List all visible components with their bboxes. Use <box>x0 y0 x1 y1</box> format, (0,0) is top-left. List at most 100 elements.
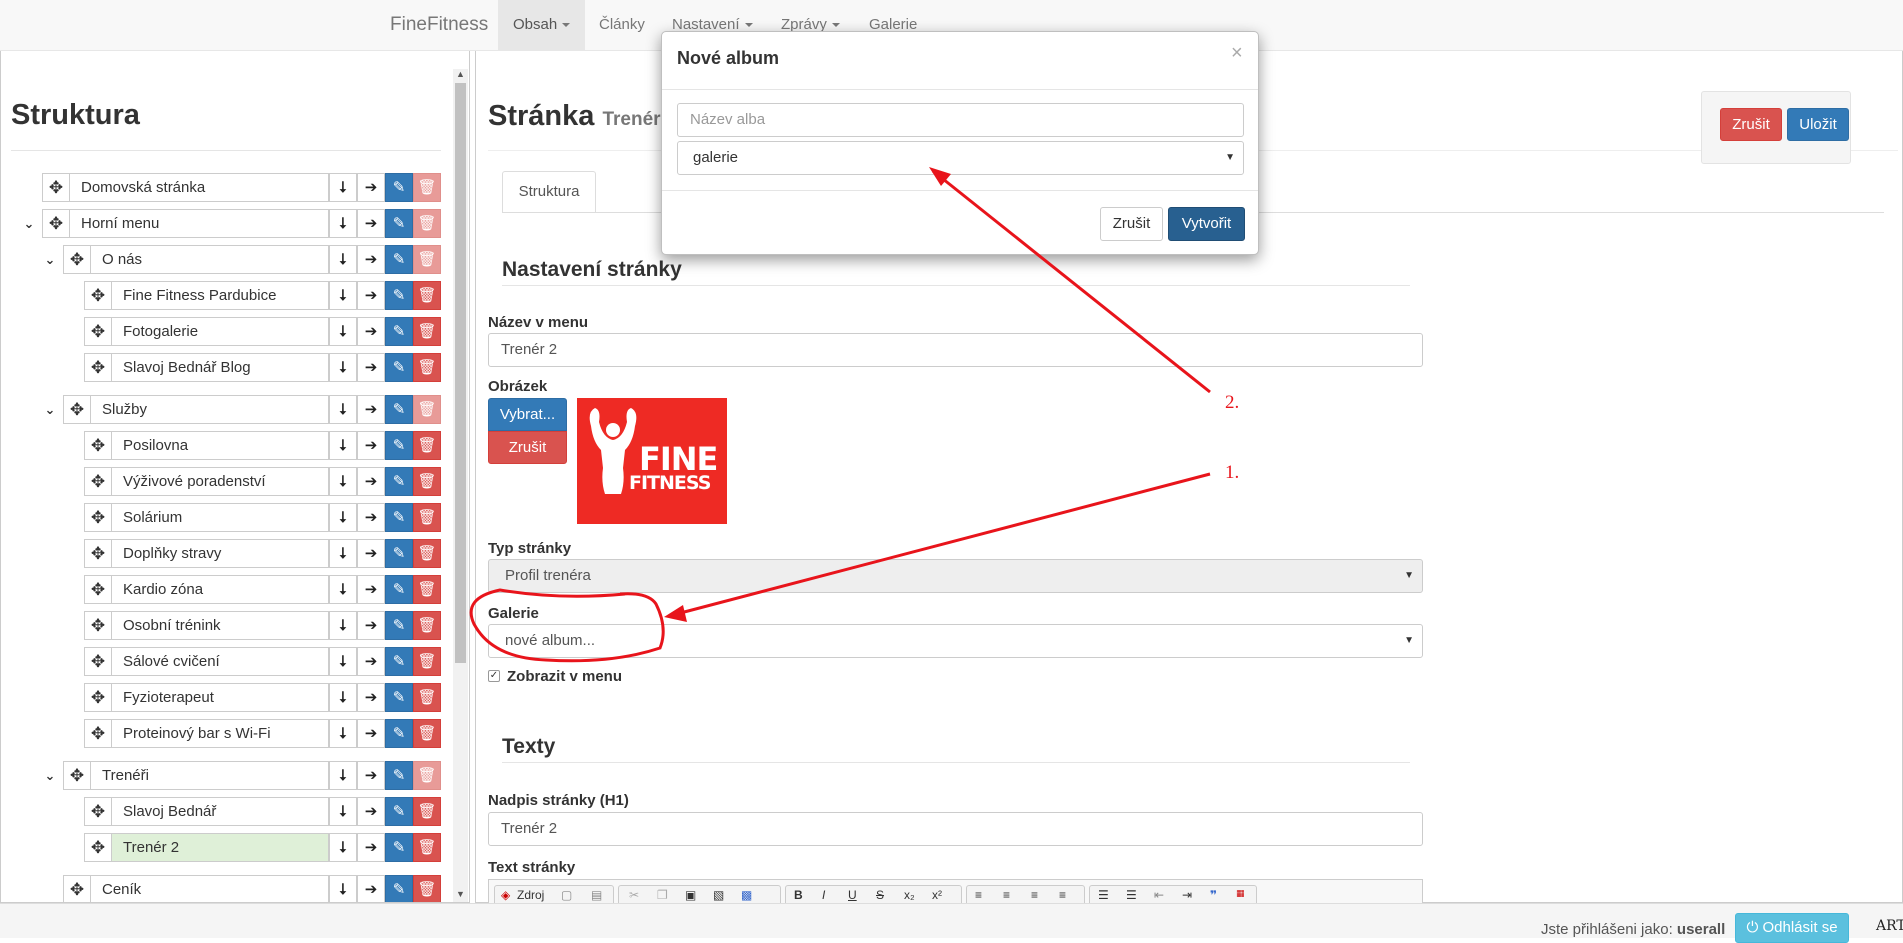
trash-icon[interactable]: 🗑 <box>413 503 441 532</box>
trash-icon[interactable]: 🗑 <box>413 719 441 748</box>
move-right-icon[interactable]: ➔ <box>357 761 385 790</box>
drag-handle-icon[interactable]: ✥ <box>42 173 70 202</box>
tree-item-label[interactable]: Solárium <box>112 503 329 532</box>
superscript-icon[interactable]: x² <box>932 888 942 902</box>
edit-icon[interactable]: ✎ <box>385 575 413 604</box>
trash-icon[interactable]: 🗑 <box>413 281 441 310</box>
numbered-list-icon[interactable]: ☰ <box>1098 888 1109 902</box>
italic-icon[interactable]: I <box>822 888 825 902</box>
move-down-icon[interactable]: ⭣ <box>329 833 357 862</box>
trash-icon[interactable]: 🗑 <box>413 431 441 460</box>
drag-handle-icon[interactable]: ✥ <box>42 209 70 238</box>
edit-icon[interactable]: ✎ <box>385 431 413 460</box>
tree-item-label[interactable]: Sálové cvičení <box>112 647 329 676</box>
drag-handle-icon[interactable]: ✥ <box>84 503 112 532</box>
drag-handle-icon[interactable]: ✥ <box>63 395 91 424</box>
cut-icon[interactable]: ✂ <box>629 888 639 902</box>
edit-icon[interactable]: ✎ <box>385 281 413 310</box>
select-image-button[interactable]: Vybrat... <box>488 398 567 431</box>
subscript-icon[interactable]: x₂ <box>904 888 915 902</box>
drag-handle-icon[interactable]: ✥ <box>84 611 112 640</box>
move-down-icon[interactable]: ⭣ <box>329 503 357 532</box>
drag-handle-icon[interactable]: ✥ <box>84 431 112 460</box>
paste-word-icon[interactable]: ▩ <box>741 888 752 902</box>
brand-link[interactable]: FineFitness <box>390 14 488 36</box>
edit-icon[interactable]: ✎ <box>385 353 413 382</box>
trash-icon[interactable]: 🗑 <box>413 353 441 382</box>
tree-item-label[interactable]: Proteinový bar s Wi-Fi <box>112 719 329 748</box>
underline-icon[interactable]: U <box>848 888 857 902</box>
tree-scrollbar[interactable]: ▲ ▼ <box>453 69 468 902</box>
drag-handle-icon[interactable]: ✥ <box>84 539 112 568</box>
trash-icon[interactable]: 🗑 <box>413 611 441 640</box>
tree-item-label[interactable]: Služby <box>91 395 329 424</box>
expand-chevron-icon[interactable]: ⌄ <box>42 395 58 424</box>
tree-item-label[interactable]: Kardio zóna <box>112 575 329 604</box>
source-icon[interactable]: ◈ <box>501 888 510 902</box>
align-left-icon[interactable]: ≡ <box>975 888 982 902</box>
tree-item-label[interactable]: Osobní trénink <box>112 611 329 640</box>
move-down-icon[interactable]: ⭣ <box>329 875 357 902</box>
cancel-page-button[interactable]: Zrušit <box>1720 108 1782 141</box>
trash-icon[interactable]: 🗑 <box>413 797 441 826</box>
move-down-icon[interactable]: ⭣ <box>329 683 357 712</box>
div-icon[interactable]: ▦ <box>1236 888 1245 899</box>
drag-handle-icon[interactable]: ✥ <box>84 317 112 346</box>
tree-item-label[interactable]: Výživové poradenství <box>112 467 329 496</box>
menu-name-input[interactable]: Trenér 2 <box>488 333 1423 367</box>
strike-icon[interactable]: S <box>876 888 884 902</box>
edit-icon[interactable]: ✎ <box>385 761 413 790</box>
drag-handle-icon[interactable]: ✥ <box>84 647 112 676</box>
move-down-icon[interactable]: ⭣ <box>329 173 357 202</box>
edit-icon[interactable]: ✎ <box>385 797 413 826</box>
scroll-up-icon[interactable]: ▲ <box>456 69 465 79</box>
expand-chevron-icon[interactable]: ⌄ <box>42 761 58 790</box>
move-right-icon[interactable]: ➔ <box>357 281 385 310</box>
drag-handle-icon[interactable]: ✥ <box>63 761 91 790</box>
edit-icon[interactable]: ✎ <box>385 833 413 862</box>
edit-icon[interactable]: ✎ <box>385 245 413 274</box>
trash-icon[interactable]: 🗑 <box>413 467 441 496</box>
move-right-icon[interactable]: ➔ <box>357 503 385 532</box>
drag-handle-icon[interactable]: ✥ <box>63 245 91 274</box>
move-down-icon[interactable]: ⭣ <box>329 539 357 568</box>
edit-icon[interactable]: ✎ <box>385 209 413 238</box>
edit-icon[interactable]: ✎ <box>385 611 413 640</box>
tree-item-label[interactable]: Domovská stránka <box>70 173 329 202</box>
move-right-icon[interactable]: ➔ <box>357 611 385 640</box>
edit-icon[interactable]: ✎ <box>385 647 413 676</box>
edit-icon[interactable]: ✎ <box>385 719 413 748</box>
edit-icon[interactable]: ✎ <box>385 317 413 346</box>
paste-icon[interactable]: ▣ <box>685 888 696 902</box>
blockquote-icon[interactable]: ❞ <box>1210 888 1217 902</box>
tree-item-label[interactable]: Slavoj Bednář <box>112 797 329 826</box>
templates-icon[interactable]: ▤ <box>591 888 602 902</box>
indent-icon[interactable]: ⇥ <box>1182 888 1192 902</box>
tree-item-label[interactable]: O nás <box>91 245 329 274</box>
tree-item-label[interactable]: Posilovna <box>112 431 329 460</box>
move-down-icon[interactable]: ⭣ <box>329 575 357 604</box>
move-down-icon[interactable]: ⭣ <box>329 353 357 382</box>
move-down-icon[interactable]: ⭣ <box>329 761 357 790</box>
drag-handle-icon[interactable]: ✥ <box>84 467 112 496</box>
move-down-icon[interactable]: ⭣ <box>329 719 357 748</box>
modal-cancel-button[interactable]: Zrušit <box>1100 207 1163 241</box>
scroll-down-icon[interactable]: ▼ <box>456 889 465 899</box>
edit-icon[interactable]: ✎ <box>385 683 413 712</box>
trash-icon[interactable]: 🗑 <box>413 833 441 862</box>
preview-icon[interactable]: ▢ <box>561 888 572 902</box>
paste-text-icon[interactable]: ▧ <box>713 888 724 902</box>
trash-icon[interactable]: 🗑 <box>413 317 441 346</box>
tree-item-label[interactable]: Fine Fitness Pardubice <box>112 281 329 310</box>
create-album-button[interactable]: Vytvořit <box>1168 207 1245 241</box>
move-down-icon[interactable]: ⭣ <box>329 467 357 496</box>
trash-icon[interactable]: 🗑 <box>413 647 441 676</box>
h1-input[interactable]: Trenér 2 <box>488 812 1423 846</box>
edit-icon[interactable]: ✎ <box>385 875 413 902</box>
tree-item-label[interactable]: Slavoj Bednář Blog <box>112 353 329 382</box>
move-right-icon[interactable]: ➔ <box>357 353 385 382</box>
drag-handle-icon[interactable]: ✥ <box>84 353 112 382</box>
trash-icon[interactable]: 🗑 <box>413 539 441 568</box>
drag-handle-icon[interactable]: ✥ <box>63 875 91 902</box>
move-down-icon[interactable]: ⭣ <box>329 317 357 346</box>
